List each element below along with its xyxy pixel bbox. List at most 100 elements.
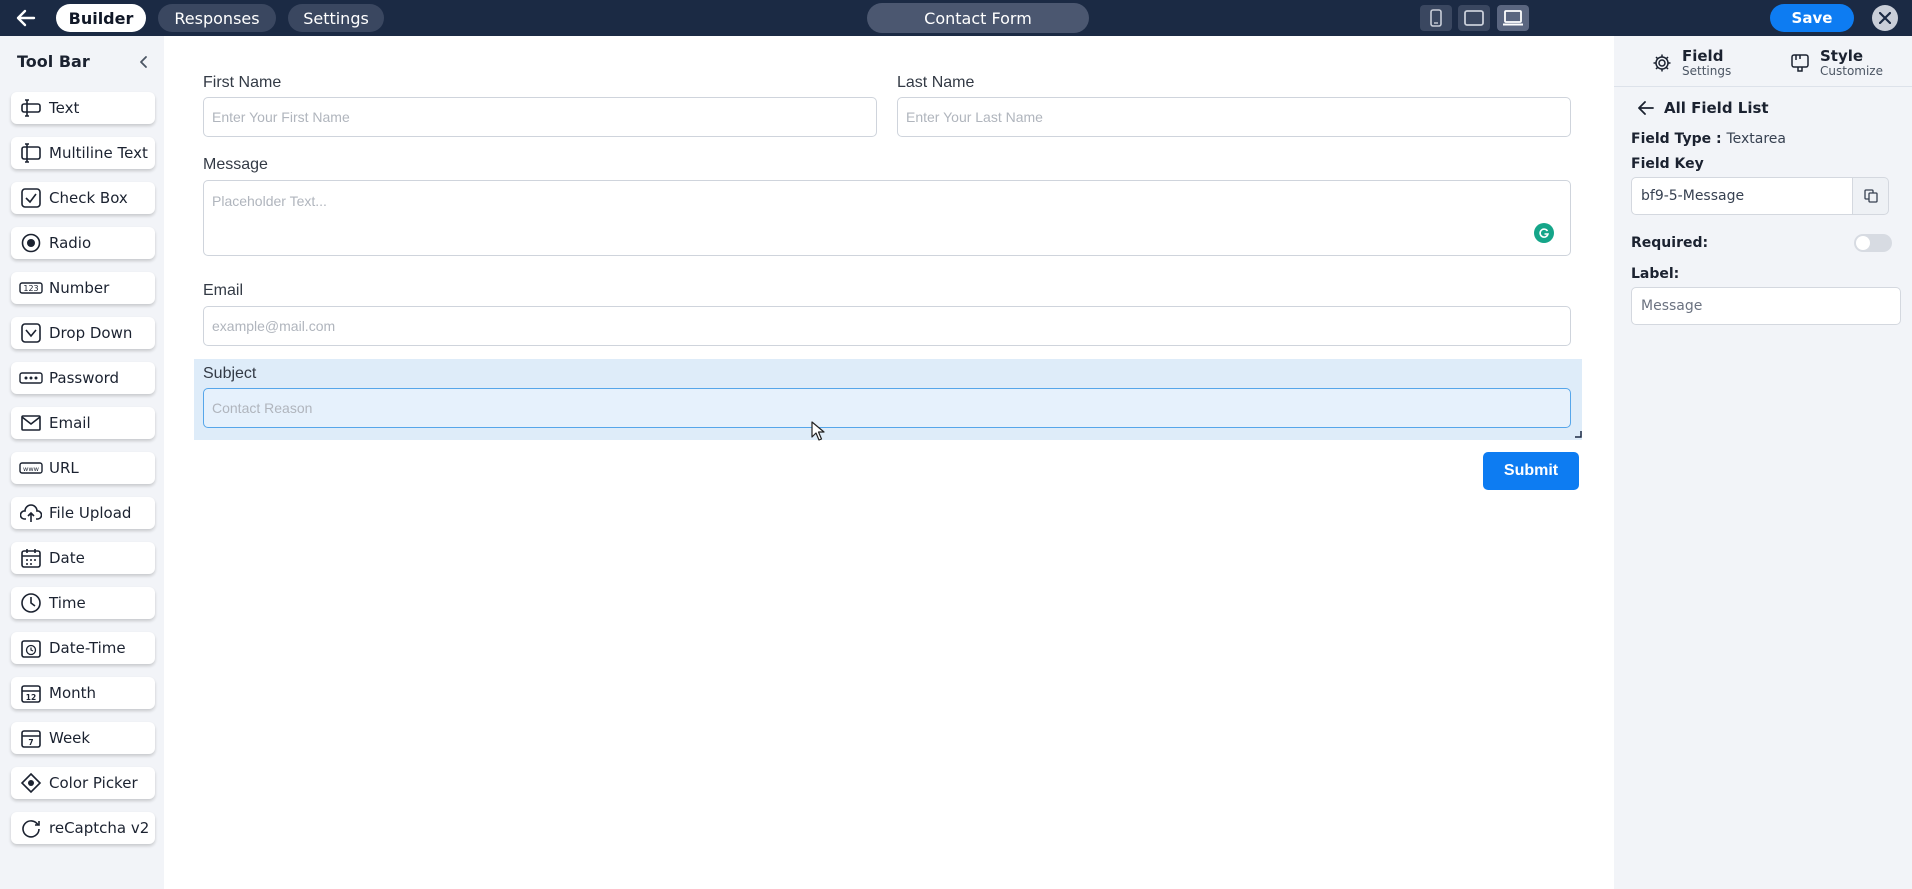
close-icon (1879, 12, 1891, 24)
checkbox-icon (19, 186, 43, 210)
date-time-icon (19, 636, 43, 660)
tool-bar-title: Tool Bar (17, 52, 90, 71)
calendar-icon (19, 546, 43, 570)
laptop-icon (1503, 10, 1523, 26)
tool-label: Color Picker (49, 774, 138, 792)
arrow-left-icon (1638, 101, 1654, 115)
resize-handle-icon[interactable] (1574, 430, 1582, 438)
svg-text:www: www (23, 465, 40, 473)
tool-label: Check Box (49, 189, 128, 207)
upload-icon (19, 501, 43, 525)
tool-url[interactable]: www URL (11, 452, 155, 484)
tool-multiline-text[interactable]: Multiline Text (11, 137, 155, 169)
email-icon (19, 411, 43, 435)
tablet-view-button[interactable] (1458, 5, 1490, 31)
all-field-list-label: All Field List (1664, 99, 1769, 117)
tool-label: Text (49, 99, 80, 117)
tool-date[interactable]: Date (11, 542, 155, 574)
tool-label: Date (49, 549, 85, 567)
back-button[interactable] (10, 5, 42, 31)
tool-time[interactable]: Time (11, 587, 155, 619)
tool-label: Email (49, 414, 91, 432)
last-name-input[interactable]: Enter Your Last Name (897, 97, 1571, 137)
svg-text:7: 7 (28, 738, 33, 747)
password-icon (19, 366, 43, 390)
url-icon: www (19, 456, 43, 480)
tool-recaptcha[interactable]: reCaptcha v2 (11, 812, 155, 844)
form-title[interactable]: Contact Form (867, 3, 1089, 33)
message-textarea[interactable]: Placeholder Text... (203, 180, 1571, 256)
tool-label: Date-Time (49, 639, 126, 657)
subject-label: Subject (203, 365, 257, 382)
panel-tabs-divider (1614, 86, 1912, 87)
tool-radio[interactable]: Radio (11, 227, 155, 259)
svg-text:12: 12 (26, 693, 36, 702)
tool-drop-down[interactable]: Drop Down (11, 317, 155, 349)
tool-email[interactable]: Email (11, 407, 155, 439)
clock-icon (19, 591, 43, 615)
field-type-row: Field Type : Textarea (1631, 131, 1786, 147)
tool-label: Time (49, 594, 86, 612)
all-field-list-link[interactable]: All Field List (1638, 98, 1769, 118)
tool-color-picker[interactable]: Color Picker (11, 767, 155, 799)
form-canvas: First Name Enter Your First Name Last Na… (164, 36, 1614, 889)
first-name-input[interactable]: Enter Your First Name (203, 97, 877, 137)
tool-bar: Tool Bar Text Multiline Text Check Box R… (0, 36, 164, 889)
radio-icon (19, 231, 43, 255)
tab-style-main: Style (1820, 47, 1864, 65)
top-bar: Builder Responses Settings Contact Form … (0, 0, 1912, 36)
field-key-input[interactable]: bf9-5-Message (1631, 177, 1853, 215)
tool-text[interactable]: Text (11, 92, 155, 124)
label-label: Label: (1631, 266, 1680, 282)
tab-style-sub: Customize (1820, 64, 1883, 78)
tool-month[interactable]: 12 Month (11, 677, 155, 709)
mouse-cursor-icon (811, 421, 825, 441)
message-label: Message (203, 156, 268, 173)
gear-icon (1653, 54, 1671, 72)
required-toggle[interactable] (1854, 234, 1892, 252)
multiline-text-icon (19, 141, 43, 165)
mobile-view-button[interactable] (1420, 5, 1452, 31)
tab-field-sub: Settings (1682, 64, 1732, 78)
tool-label: Month (49, 684, 97, 702)
tool-check-box[interactable]: Check Box (11, 182, 155, 214)
tablet-icon (1464, 10, 1484, 26)
copy-icon (1863, 189, 1878, 203)
collapse-toolbar-button[interactable] (136, 54, 152, 70)
email-input[interactable]: example@mail.com (203, 306, 1571, 346)
recaptcha-icon (19, 816, 43, 840)
tool-label: Password (49, 369, 120, 387)
tab-field-settings[interactable]: Field Settings (1652, 48, 1731, 78)
submit-button[interactable]: Submit (1483, 452, 1579, 490)
first-name-label: First Name (203, 74, 282, 91)
tool-date-time[interactable]: Date-Time (11, 632, 155, 664)
tool-file-upload[interactable]: File Upload (11, 497, 155, 529)
tab-settings[interactable]: Settings (288, 4, 384, 32)
palette-icon (1791, 54, 1809, 72)
tool-label: Drop Down (49, 324, 133, 342)
close-button[interactable] (1872, 5, 1898, 31)
tool-label: Radio (49, 234, 92, 252)
tab-builder[interactable]: Builder (56, 4, 146, 32)
number-icon: 123 (19, 276, 43, 300)
tool-number[interactable]: 123 Number (11, 272, 155, 304)
svg-text:123: 123 (23, 284, 38, 293)
last-name-label: Last Name (897, 74, 975, 91)
field-type-label: Field Type : (1631, 131, 1722, 147)
tab-responses[interactable]: Responses (158, 4, 276, 32)
grammarly-icon[interactable] (1534, 223, 1554, 243)
tool-label: Number (49, 279, 110, 297)
tool-password[interactable]: Password (11, 362, 155, 394)
tool-week[interactable]: 7 Week (11, 722, 155, 754)
chevron-left-icon (140, 56, 147, 68)
tool-label: Week (49, 729, 91, 747)
tool-label: URL (49, 459, 79, 477)
tab-field-main: Field (1682, 47, 1724, 65)
laptop-view-button[interactable] (1497, 5, 1529, 31)
tab-style-customize[interactable]: Style Customize (1790, 48, 1883, 78)
copy-key-button[interactable] (1853, 177, 1889, 215)
subject-input[interactable]: Contact Reason (203, 388, 1571, 428)
save-button[interactable]: Save (1770, 4, 1854, 32)
color-picker-icon (19, 771, 43, 795)
label-input[interactable]: Message (1631, 287, 1901, 325)
